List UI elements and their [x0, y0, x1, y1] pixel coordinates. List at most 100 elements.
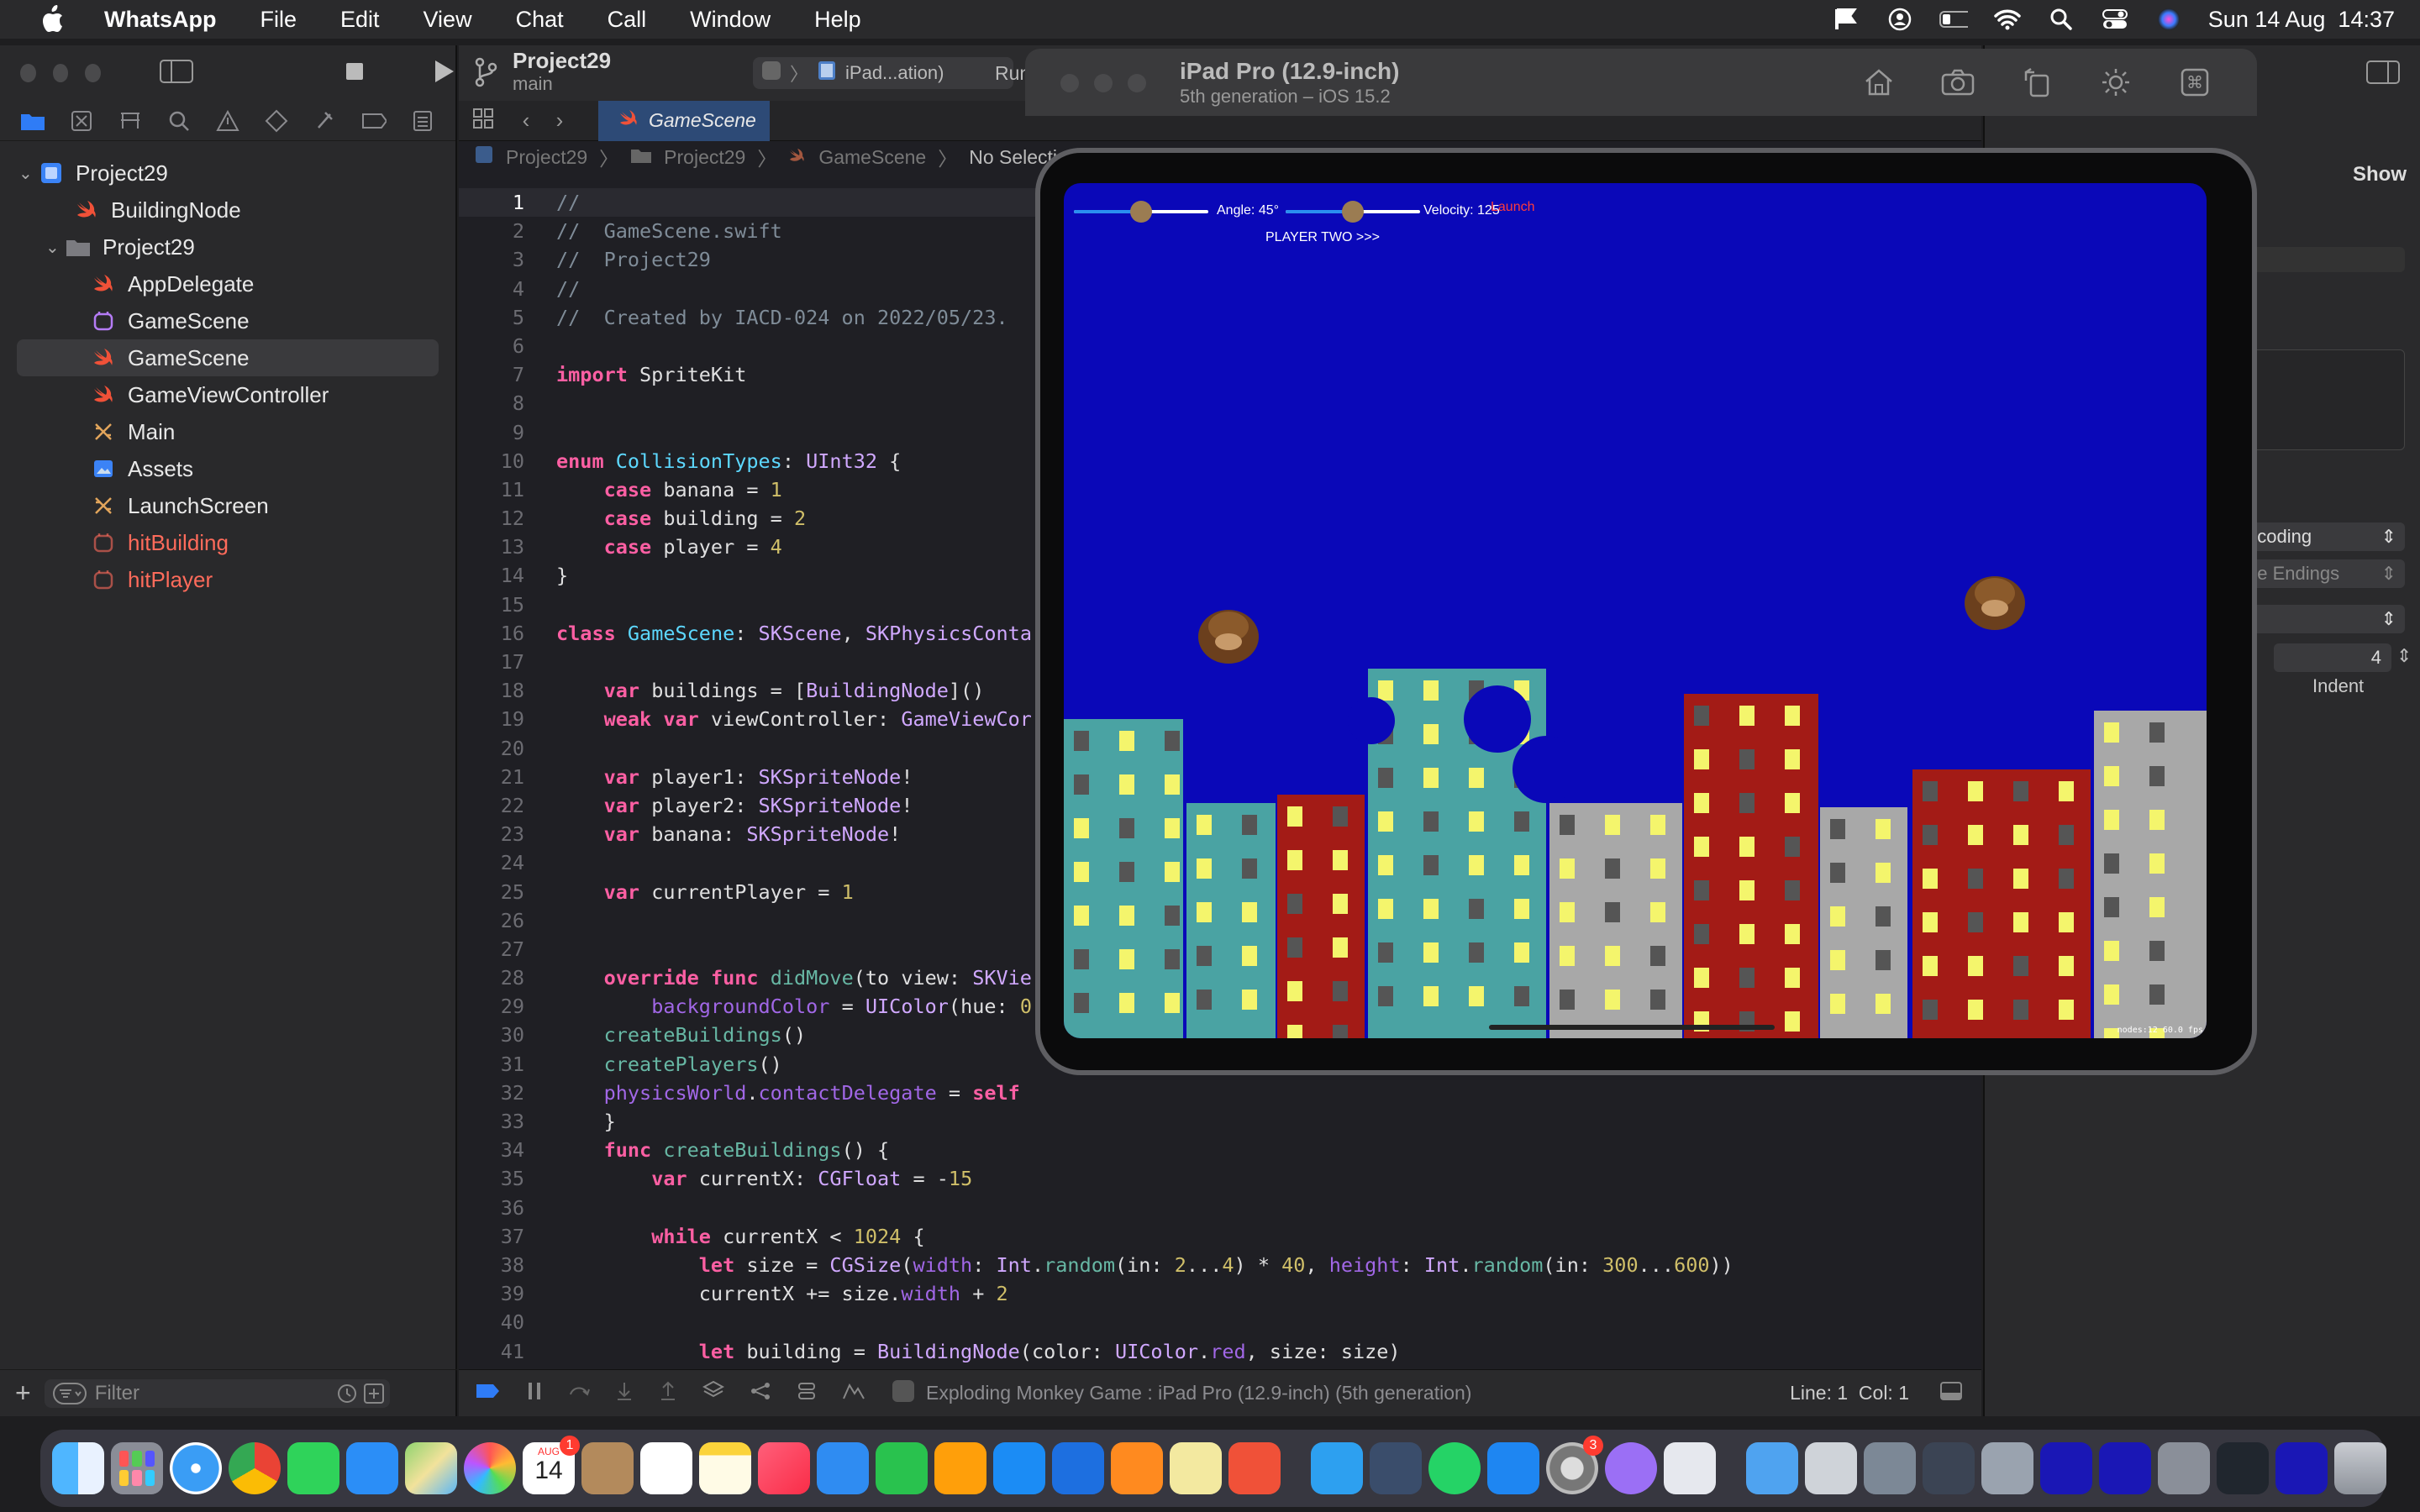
- close-window-button[interactable]: [1060, 74, 1079, 92]
- chrome-icon[interactable]: [229, 1442, 281, 1494]
- indent-width-field[interactable]: 4: [2274, 643, 2391, 672]
- inspector-textarea[interactable]: [2237, 349, 2405, 450]
- keynote-icon[interactable]: [817, 1442, 869, 1494]
- filter-input[interactable]: Filter: [44, 1378, 390, 1410]
- filter-menu-icon[interactable]: [52, 1382, 87, 1410]
- downloads-folder-icon[interactable]: [1746, 1442, 1798, 1494]
- rotate-icon[interactable]: [2020, 66, 2054, 99]
- tree-item-hitplayer[interactable]: hitPlayer: [0, 561, 455, 598]
- stack-thumbnail-icon[interactable]: [1923, 1442, 1975, 1494]
- chevron-down-icon[interactable]: ⌄: [45, 237, 66, 258]
- step-over-icon[interactable]: [568, 1381, 590, 1406]
- tree-item-project-folder[interactable]: ⌄ Project29: [0, 228, 455, 265]
- step-out-icon[interactable]: [659, 1381, 677, 1406]
- finder-icon[interactable]: [52, 1442, 104, 1494]
- minimize-window-button[interactable]: [52, 64, 69, 82]
- stack-thumbnail-icon[interactable]: [1805, 1442, 1857, 1494]
- user-status-icon[interactable]: [1886, 7, 1914, 32]
- github-icon[interactable]: [1605, 1442, 1657, 1494]
- close-window-button[interactable]: [20, 64, 36, 82]
- menu-chat[interactable]: Chat: [516, 7, 564, 33]
- code-line[interactable]: 33 }: [459, 1107, 1981, 1136]
- stack-thumbnail-icon[interactable]: [2099, 1442, 2151, 1494]
- messages-icon[interactable]: [287, 1442, 339, 1494]
- view-hierarchy-icon[interactable]: [702, 1380, 725, 1407]
- code-line[interactable]: 39 currentX += size.width + 2: [459, 1279, 1981, 1308]
- inspector-blank-field[interactable]: [2237, 247, 2405, 272]
- stop-button[interactable]: [345, 61, 365, 86]
- stack-thumbnail-icon[interactable]: [1864, 1442, 1916, 1494]
- memory-graph-icon[interactable]: [750, 1381, 771, 1406]
- jumpbar-project[interactable]: Project29: [506, 146, 587, 169]
- safari-icon[interactable]: [170, 1442, 222, 1494]
- zoom-window-button[interactable]: [1128, 74, 1146, 92]
- add-icon[interactable]: +: [15, 1378, 31, 1409]
- menu-help[interactable]: Help: [814, 7, 861, 33]
- trash-icon[interactable]: [2334, 1442, 2386, 1494]
- tree-item-hitbuilding[interactable]: hitBuilding: [0, 524, 455, 561]
- preview-icon[interactable]: [1664, 1442, 1716, 1494]
- reminders-icon[interactable]: [640, 1442, 692, 1494]
- numbers-icon[interactable]: [876, 1442, 928, 1494]
- text-encoding-select[interactable]: ncoding ⇕: [2237, 522, 2405, 551]
- project-title[interactable]: Project29 main: [513, 49, 611, 96]
- recent-files-icon[interactable]: [336, 1383, 358, 1410]
- code-line[interactable]: 34 func createBuildings() {: [459, 1136, 1981, 1164]
- breakpoint-icon[interactable]: [361, 108, 387, 134]
- app-name-menu[interactable]: WhatsApp: [104, 7, 216, 33]
- grid-icon[interactable]: [472, 108, 494, 134]
- inspector-toggle-icon[interactable]: [2366, 60, 2400, 88]
- stack-thumbnail-icon[interactable]: [1981, 1442, 2033, 1494]
- tree-item-appdelegate[interactable]: AppDelegate: [0, 265, 455, 302]
- menu-call[interactable]: Call: [608, 7, 647, 33]
- symbol-icon[interactable]: [118, 108, 143, 134]
- stickies-icon[interactable]: [1170, 1442, 1222, 1494]
- apple-menu-icon[interactable]: [34, 1, 71, 38]
- stack-thumbnail-icon[interactable]: [2158, 1442, 2210, 1494]
- system-preferences-icon[interactable]: 3: [1546, 1436, 1603, 1494]
- swift-playgrounds-icon[interactable]: [1228, 1442, 1281, 1494]
- step-in-icon[interactable]: [615, 1381, 634, 1406]
- code-line[interactable]: 37 while currentX < 1024 {: [459, 1222, 1981, 1251]
- issue-warning-icon[interactable]: [215, 108, 240, 134]
- app-store-icon[interactable]: [993, 1442, 1045, 1494]
- tree-item-launchscreen[interactable]: LaunchScreen: [0, 487, 455, 524]
- run-button[interactable]: [432, 59, 455, 88]
- screenshot-camera-icon[interactable]: [1941, 66, 1975, 99]
- whatsapp-icon[interactable]: [1428, 1442, 1481, 1494]
- jumpbar-folder[interactable]: Project29: [664, 146, 745, 169]
- photos-icon[interactable]: [464, 1442, 516, 1494]
- code-line[interactable]: 35 var currentX: CGFloat = -15: [459, 1164, 1981, 1193]
- scm-filter-icon[interactable]: [363, 1383, 385, 1410]
- launchpad-icon[interactable]: [111, 1442, 163, 1494]
- simulator-icon[interactable]: [1370, 1442, 1422, 1494]
- stack-thumbnail-icon[interactable]: [2275, 1442, 2328, 1494]
- tree-item-buildingnode[interactable]: BuildingNode: [0, 192, 455, 228]
- forward-arrow-icon[interactable]: ›: [543, 108, 576, 134]
- notes-icon[interactable]: [699, 1442, 751, 1494]
- calendar-icon[interactable]: AUG 14 1: [523, 1436, 580, 1494]
- minimize-window-button[interactable]: [1094, 74, 1113, 92]
- music-icon[interactable]: [758, 1442, 810, 1494]
- scheme-selector[interactable]: 〉 iPad...ation): [753, 57, 1013, 89]
- report-icon[interactable]: [410, 108, 435, 134]
- appearance-brightness-icon[interactable]: [2099, 66, 2133, 99]
- jumpbar-file[interactable]: GameScene: [818, 146, 926, 169]
- siri-icon[interactable]: [2154, 7, 2183, 32]
- flag-status-icon[interactable]: [1832, 7, 1860, 32]
- pause-icon[interactable]: [526, 1381, 543, 1406]
- line-endings-select[interactable]: ne Endings ⇕: [2237, 559, 2405, 588]
- stack-thumbnail-icon[interactable]: [2217, 1442, 2269, 1494]
- menu-file[interactable]: File: [260, 7, 297, 33]
- tab-gamescene[interactable]: GameScene: [598, 100, 770, 141]
- game-screen[interactable]: Angle: 45° Velocity: 125 Launch PLAYER T…: [1064, 183, 2207, 1038]
- stepper-icon[interactable]: ⇕: [2396, 645, 2412, 667]
- zoom-window-button[interactable]: [85, 64, 102, 82]
- chevron-down-icon[interactable]: ⌄: [18, 163, 39, 184]
- home-icon[interactable]: [1862, 66, 1896, 99]
- indent-using-select[interactable]: ⇕: [2237, 605, 2405, 633]
- find-icon[interactable]: [166, 108, 192, 134]
- command-key-icon[interactable]: ⌘: [2178, 66, 2212, 99]
- tree-item-project[interactable]: ⌄ Project29: [0, 155, 455, 192]
- xcode-icon[interactable]: [1052, 1442, 1104, 1494]
